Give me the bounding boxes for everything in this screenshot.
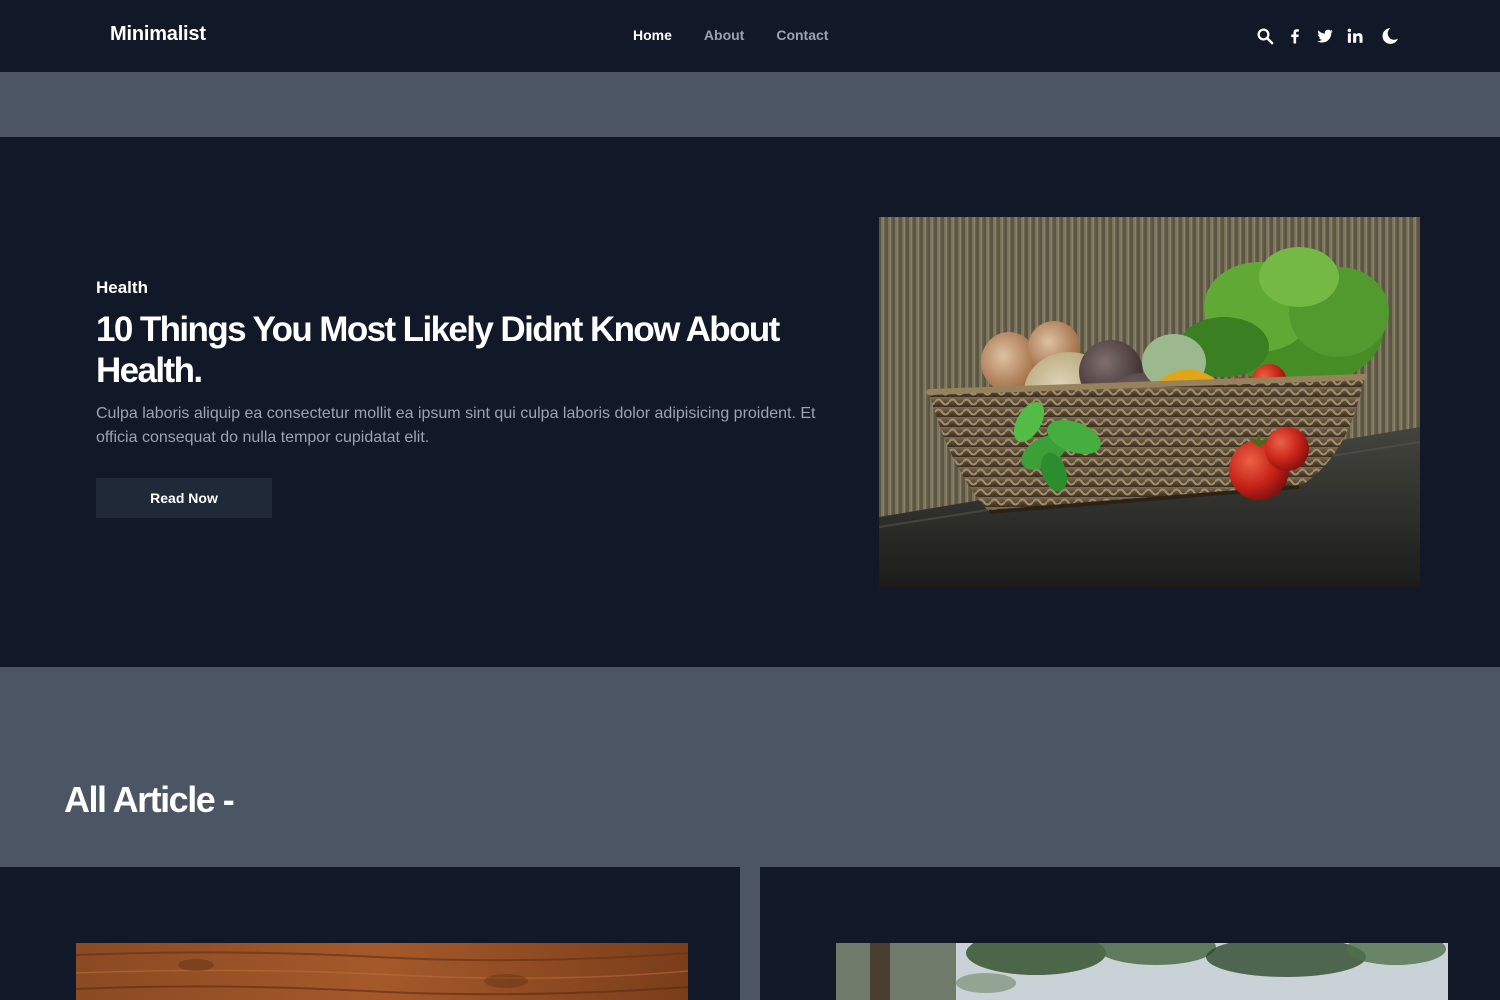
nav-link-about[interactable]: About xyxy=(704,27,744,43)
twitter-icon[interactable] xyxy=(1316,27,1334,45)
navbar: Minimalist Home About Contact xyxy=(0,0,1500,72)
nav-link-home[interactable]: Home xyxy=(633,27,672,43)
read-now-button[interactable]: Read Now xyxy=(96,478,272,518)
moon-icon[interactable] xyxy=(1380,26,1400,46)
nav-link-contact[interactable]: Contact xyxy=(776,27,828,43)
nav-icons xyxy=(1256,26,1400,46)
brand-logo[interactable]: Minimalist xyxy=(110,23,206,46)
hero-category[interactable]: Health xyxy=(96,278,148,298)
article-image-wood[interactable] xyxy=(76,943,688,1000)
article-card[interactable] xyxy=(0,867,740,1000)
hero-description: Culpa laboris aliquip ea consectetur mol… xyxy=(96,405,816,446)
hero-image-vegetable-basket xyxy=(879,217,1420,587)
facebook-icon[interactable] xyxy=(1286,27,1304,45)
search-icon[interactable] xyxy=(1256,27,1274,45)
article-image-tree[interactable] xyxy=(836,943,1448,1000)
linkedin-icon[interactable] xyxy=(1346,27,1364,45)
nav-links: Home About Contact xyxy=(633,27,828,43)
article-card[interactable] xyxy=(760,867,1500,1000)
all-article-heading: All Article - xyxy=(64,779,235,820)
hero-title[interactable]: 10 Things You Most Likely Didnt Know Abo… xyxy=(96,309,856,391)
hero-section: Health 10 Things You Most Likely Didnt K… xyxy=(0,137,1500,667)
